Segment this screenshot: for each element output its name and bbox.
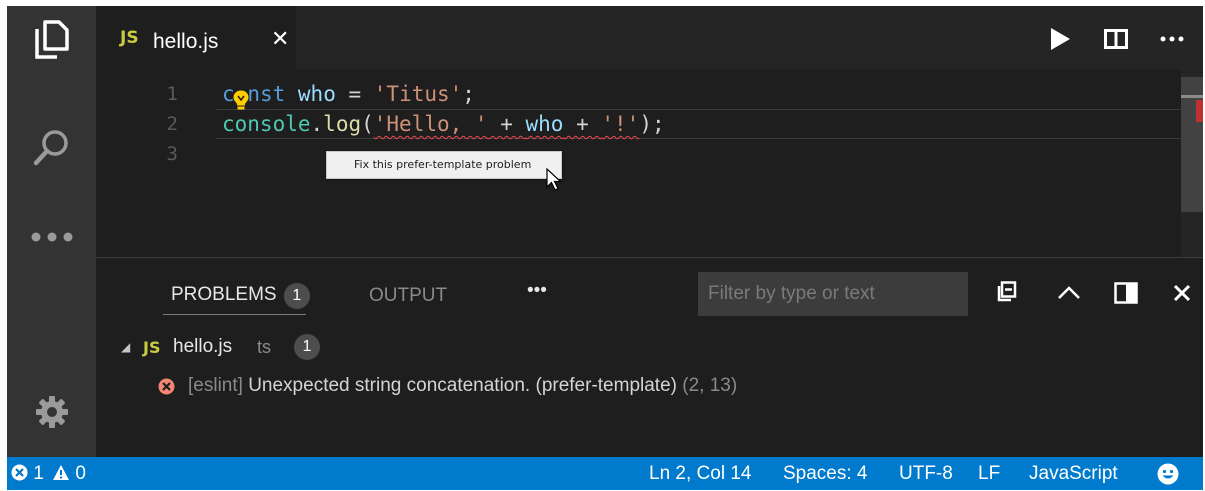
warning-count: 0 — [75, 463, 86, 484]
chevron-expanded-icon[interactable]: ◢ — [121, 332, 130, 362]
js-file-icon: JS — [143, 338, 161, 357]
code-line[interactable]: 3 — [96, 139, 1181, 169]
tab-title: hello.js — [153, 30, 219, 53]
editor-actions — [1043, 6, 1203, 69]
lint-error-range: 'Hello, ' + who + '!' — [373, 112, 640, 136]
editor-scrollbar[interactable] — [1181, 69, 1203, 257]
line-number: 2 — [166, 113, 178, 135]
search-icon[interactable] — [29, 124, 75, 170]
collapse-all-icon[interactable] — [993, 280, 1019, 306]
gear-icon[interactable] — [29, 389, 75, 435]
line-number: 1 — [166, 83, 178, 105]
run-icon[interactable] — [1047, 26, 1073, 52]
code-line[interactable]: 1 const who = 'Titus'; — [96, 79, 1181, 111]
tab-problems-label: PROBLEMS — [171, 284, 277, 305]
file-kind: ts — [257, 337, 272, 357]
problems-count-badge: 1 — [283, 283, 310, 309]
tab-output[interactable]: OUTPUT — [369, 285, 447, 307]
indentation[interactable]: Spaces: 4 — [783, 457, 868, 490]
scrollbar-cursor-marker — [1181, 95, 1203, 98]
lightbulb-icon[interactable] — [232, 89, 250, 111]
code-text: console.log('Hello, ' + who + '!'); — [222, 112, 665, 136]
line-number: 3 — [166, 143, 178, 165]
problems-filter-input[interactable] — [698, 272, 968, 316]
error-icon — [11, 464, 28, 481]
scrollbar-error-marker — [1196, 100, 1203, 122]
more-actions-icon[interactable] — [1159, 26, 1185, 52]
warning-icon — [53, 465, 70, 480]
more-icon[interactable] — [29, 214, 75, 260]
error-icon — [158, 378, 175, 395]
encoding[interactable]: UTF-8 — [899, 457, 953, 490]
tab-hello-js[interactable]: JS hello.js ✕ — [96, 6, 296, 69]
file-name: hello.js — [173, 336, 233, 357]
mouse-cursor-icon — [546, 168, 562, 191]
file-problem-count: 1 — [294, 334, 320, 360]
panel-more-icon[interactable]: ••• — [527, 280, 547, 302]
status-bar: 1 0 Ln 2, Col 14 Spaces: 4 UTF-8 LF Java… — [7, 457, 1203, 490]
cursor-position[interactable]: Ln 2, Col 14 — [649, 457, 751, 490]
smiley-icon[interactable] — [1157, 463, 1179, 485]
problems-status[interactable]: 1 0 — [11, 457, 86, 490]
editor-tab-bar: JS hello.js ✕ — [96, 6, 1203, 69]
files-icon[interactable] — [29, 16, 75, 62]
chevron-up-icon[interactable] — [1056, 280, 1082, 306]
end-of-line[interactable]: LF — [978, 457, 1000, 490]
toggle-panel-icon[interactable] — [1113, 280, 1139, 306]
problem-row[interactable]: [eslint] Unexpected string concatenation… — [96, 371, 1203, 401]
activity-bar — [7, 6, 96, 457]
problems-file-row[interactable]: ◢ JS hello.js ts 1 — [96, 332, 1203, 362]
code-text: const who = 'Titus'; — [222, 82, 475, 106]
language-mode[interactable]: JavaScript — [1029, 457, 1118, 490]
error-count: 1 — [33, 463, 44, 484]
tab-problems[interactable]: PROBLEMS 1 — [171, 283, 310, 309]
js-file-icon: JS — [120, 28, 139, 48]
quick-fix-menu-item[interactable]: Fix this prefer-template problem — [326, 151, 562, 179]
code-editor[interactable]: 1 const who = 'Titus'; 2 console.log('He… — [96, 69, 1203, 257]
active-tab-underline — [163, 314, 306, 315]
vscode-window: JS hello.js ✕ 1 cons — [7, 6, 1203, 490]
code-line[interactable]: 2 console.log('Hello, ' + who + '!'); — [96, 109, 1181, 139]
close-panel-icon[interactable] — [1169, 280, 1195, 306]
close-icon[interactable]: ✕ — [271, 27, 289, 52]
problem-message: [eslint] Unexpected string concatenation… — [188, 375, 738, 396]
problems-panel: PROBLEMS 1 OUTPUT ••• Filter by type or … — [96, 257, 1203, 457]
split-editor-icon[interactable] — [1103, 26, 1129, 52]
